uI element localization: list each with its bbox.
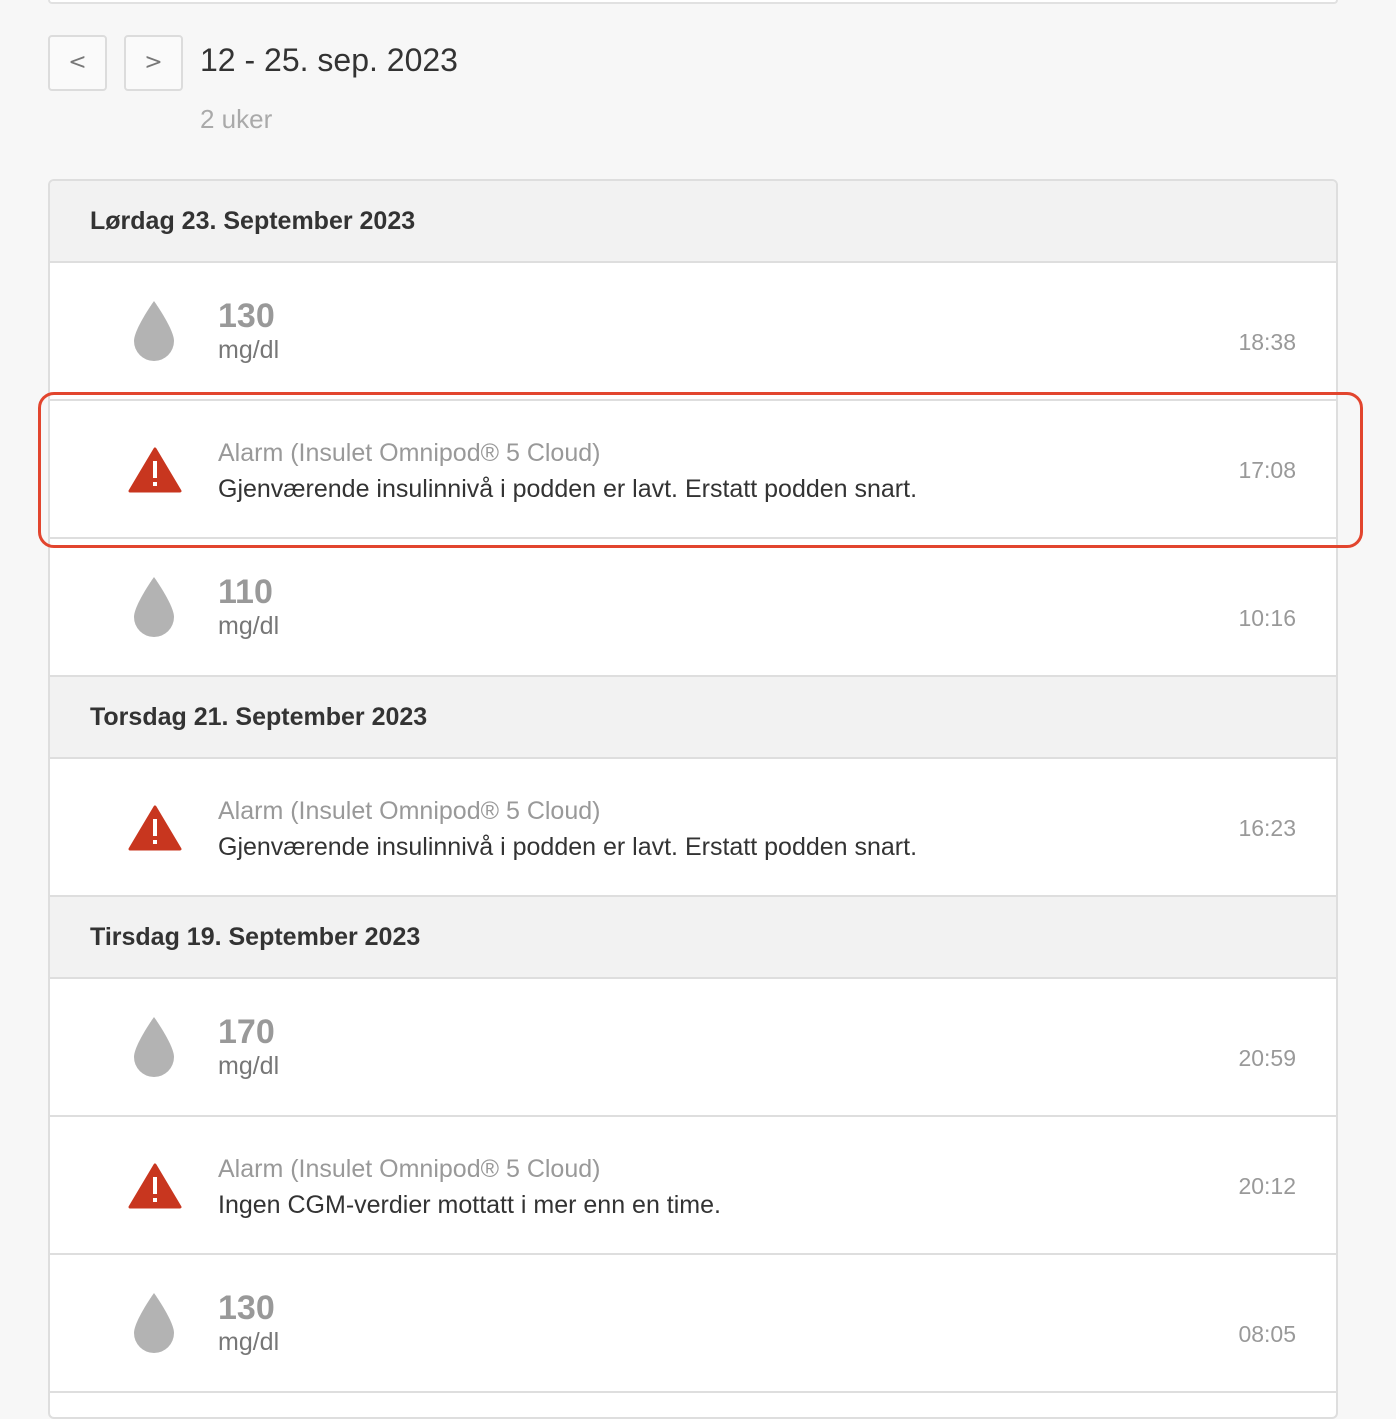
event-time: 20:59 — [1238, 1045, 1296, 1071]
alarm-source: Alarm (Insulet Omnipod® 5 Cloud) — [218, 439, 601, 467]
event-time: 20:12 — [1238, 1173, 1296, 1199]
event-time: 17:08 — [1238, 457, 1296, 483]
day-header-label: Tirsdag 19. September 2023 — [90, 923, 421, 951]
warning-icon — [128, 1163, 182, 1209]
glucose-unit: mg/dl — [218, 1052, 280, 1080]
drop-icon — [134, 577, 174, 637]
day-header: Tirsdag 19. September 2023 — [50, 897, 1336, 979]
reading-row[interactable]: 130 mg/dl 18:38 — [50, 263, 1336, 401]
alarm-message: Gjenværende insulinnivå i podden er lavt… — [218, 833, 918, 861]
reading-row[interactable]: 130 mg/dl 08:05 — [50, 1255, 1336, 1393]
alarm-row[interactable]: Alarm (Insulet Omnipod® 5 Cloud) Gjenvær… — [50, 759, 1336, 897]
day-header: Torsdag 21. September 2023 — [50, 677, 1336, 759]
reading-row[interactable]: 170 mg/dl 20:59 — [50, 979, 1336, 1117]
day-header-label: Torsdag 21. September 2023 — [90, 703, 428, 731]
event-time: 08:05 — [1238, 1321, 1296, 1347]
alarm-source: Alarm (Insulet Omnipod® 5 Cloud) — [218, 1155, 601, 1183]
event-time: 18:38 — [1238, 329, 1296, 355]
events-list: Lørdag 23. September 2023 130 mg/dl 18:3… — [48, 179, 1338, 1419]
alarm-message: Ingen CGM-verdier mottatt i mer enn en t… — [218, 1191, 721, 1219]
date-range-duration: 2 uker — [200, 104, 273, 134]
alarm-source: Alarm (Insulet Omnipod® 5 Cloud) — [218, 797, 601, 825]
date-range-title: 12 - 25. sep. 2023 — [200, 42, 458, 78]
glucose-value: 130 — [218, 1289, 275, 1327]
next-period-button[interactable]: > — [124, 35, 183, 91]
drop-icon — [134, 1017, 174, 1077]
warning-icon — [128, 805, 182, 851]
glucose-value: 130 — [218, 297, 275, 335]
glucose-value: 110 — [218, 573, 273, 611]
reading-row[interactable]: 110 mg/dl 10:16 — [50, 539, 1336, 677]
event-time: 16:23 — [1238, 815, 1296, 841]
day-header: Lørdag 23. September 2023 — [50, 181, 1336, 263]
warning-icon — [128, 447, 182, 493]
glucose-unit: mg/dl — [218, 336, 280, 364]
previous-period-button[interactable]: < — [48, 35, 107, 91]
alarm-row[interactable]: Alarm (Insulet Omnipod® 5 Cloud) Gjenvær… — [50, 401, 1336, 539]
previous-panel-edge — [48, 0, 1338, 4]
glucose-value: 170 — [218, 1013, 275, 1051]
day-header-label: Lørdag 23. September 2023 — [90, 207, 416, 235]
event-time: 10:16 — [1238, 605, 1296, 631]
glucose-unit: mg/dl — [218, 612, 280, 640]
alarm-row[interactable]: Alarm (Insulet Omnipod® 5 Cloud) Ingen C… — [50, 1117, 1336, 1255]
drop-icon — [134, 301, 174, 361]
drop-icon — [134, 1293, 174, 1353]
alarm-message: Gjenværende insulinnivå i podden er lavt… — [218, 475, 918, 503]
glucose-unit: mg/dl — [218, 1328, 280, 1356]
